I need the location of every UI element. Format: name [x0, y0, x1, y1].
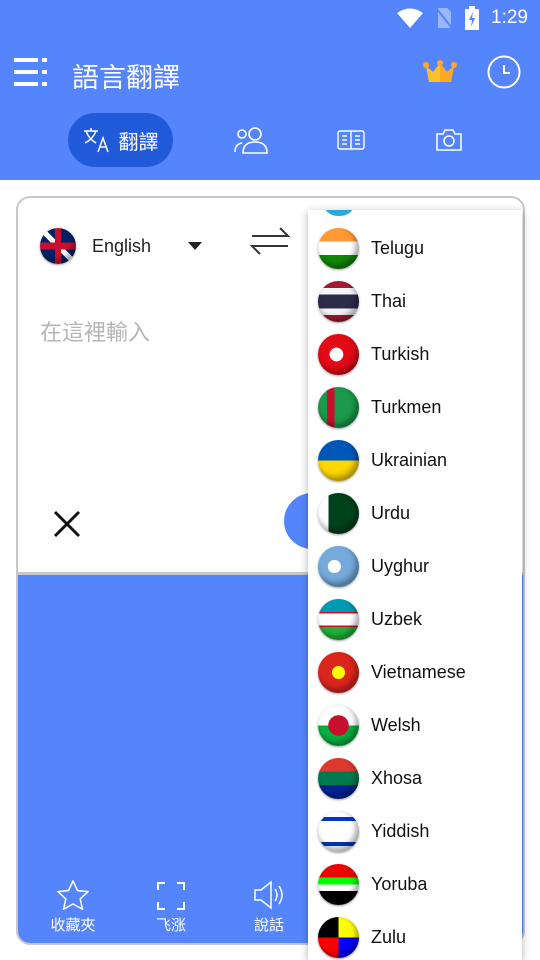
tab-camera[interactable] — [426, 113, 472, 167]
language-option-label: Zulu — [371, 927, 407, 947]
flag-icon — [325, 210, 353, 216]
text-input[interactable]: 在這裡輸入 — [40, 315, 150, 347]
uk-flag-icon — [40, 228, 76, 264]
language-option-label: Vietnamese — [371, 662, 466, 682]
clock: 1:29 — [491, 7, 528, 28]
language-option-welsh[interactable]: Welsh — [318, 699, 518, 752]
language-option-yiddish[interactable]: Yiddish — [318, 805, 518, 858]
chevron-down-icon[interactable] — [188, 242, 202, 250]
wifi-icon — [397, 8, 424, 28]
language-option-label: Turkish — [371, 344, 430, 364]
flag-icon — [318, 440, 359, 481]
flag-icon — [318, 917, 359, 958]
tab-phrasebook[interactable] — [328, 113, 374, 167]
flag-icon — [318, 228, 359, 269]
language-option-label: Uyghur — [371, 556, 430, 576]
language-option-thai[interactable]: Thai — [318, 275, 518, 328]
tab-translate-label: 翻譯 — [118, 131, 159, 154]
conversation-icon — [234, 127, 268, 154]
language-option-label: Urdu — [371, 503, 411, 523]
language-option-label: Thai — [371, 291, 407, 311]
flag-icon — [318, 864, 359, 905]
swap-languages-icon[interactable] — [250, 226, 290, 256]
favorites-button[interactable]: 收藏夾 — [38, 879, 108, 935]
translate-icon — [83, 128, 109, 153]
status-bar: 1:29 — [397, 6, 528, 30]
header: 1:29 語言翻譯 翻譯 — [0, 0, 540, 180]
flag-icon — [318, 705, 359, 746]
language-option-telugu[interactable]: Telugu — [318, 222, 518, 275]
favorites-label: 收藏夾 — [50, 917, 96, 934]
menu-icon[interactable] — [14, 58, 48, 86]
clear-icon[interactable] — [53, 510, 81, 538]
flag-icon — [318, 811, 359, 852]
app-title: 語言翻譯 — [72, 63, 180, 93]
speak-button[interactable]: 說話 — [234, 880, 304, 935]
flag-icon — [318, 758, 359, 799]
language-option-zulu[interactable]: Zulu — [318, 911, 518, 960]
source-language-selector[interactable]: English — [40, 228, 202, 264]
language-dropdown[interactable]: Telugu Thai Turkish Turkmen Ukrainian Urdu Uyg… — [308, 210, 522, 960]
battery-charging-icon — [465, 6, 480, 30]
language-option-label: Welsh — [371, 715, 421, 735]
crown-icon[interactable] — [423, 60, 457, 82]
language-option-uyghur[interactable]: Uyghur — [318, 540, 518, 593]
tab-translate[interactable]: 翻譯 — [68, 113, 173, 167]
language-option-urdu[interactable]: Urdu — [318, 487, 518, 540]
history-icon[interactable] — [487, 55, 521, 89]
language-option-label: Xhosa — [371, 768, 423, 788]
language-option-turkmen[interactable]: Turkmen — [318, 381, 518, 434]
flag-icon — [318, 493, 359, 534]
flag-icon — [318, 334, 359, 375]
language-option-label: Yiddish — [371, 821, 430, 841]
flag-icon — [318, 387, 359, 428]
language-option-turkish[interactable]: Turkish — [318, 328, 518, 381]
flag-icon — [318, 281, 359, 322]
source-language: English — [92, 235, 152, 256]
fullscreen-button[interactable]: 飞涨 — [136, 882, 206, 935]
flag-icon — [318, 546, 359, 587]
fullscreen-label: 飞涨 — [155, 917, 186, 934]
speaker-icon — [254, 880, 283, 910]
language-option-label: Uzbek — [371, 609, 423, 629]
camera-icon — [436, 129, 462, 151]
no-sim-icon — [435, 7, 453, 29]
star-icon — [56, 879, 90, 911]
speak-label: 說話 — [253, 917, 284, 934]
language-option-label: Yoruba — [371, 874, 428, 894]
language-option-label: Turkmen — [371, 397, 442, 417]
language-option-ukrainian[interactable]: Ukrainian — [318, 434, 518, 487]
language-option-xhosa[interactable]: Xhosa — [318, 752, 518, 805]
flag-icon — [318, 599, 359, 640]
language-option-yoruba[interactable]: Yoruba — [318, 858, 518, 911]
language-option-vietnamese[interactable]: Vietnamese — [318, 646, 518, 699]
language-option-label: Telugu — [371, 238, 425, 258]
fullscreen-icon — [157, 882, 185, 910]
phrasebook-icon — [337, 130, 365, 150]
language-option-uzbek[interactable]: Uzbek — [318, 593, 518, 646]
language-option-label: Ukrainian — [371, 450, 448, 470]
tab-conversation[interactable] — [228, 113, 274, 167]
flag-icon — [318, 652, 359, 693]
